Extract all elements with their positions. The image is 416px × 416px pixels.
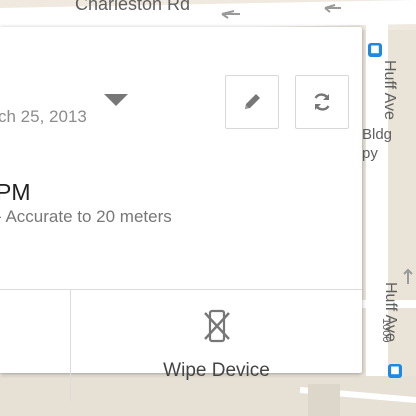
building-number: 1000: [380, 318, 392, 343]
street-label-huff-top: Huff Ave: [381, 60, 398, 120]
street-label-charleston: Charleston Rd: [75, 0, 191, 14]
transit-stop-icon[interactable]: ■: [368, 43, 382, 57]
wipe-device-button[interactable]: Wipe Device: [71, 290, 362, 401]
dropdown-arrow-icon[interactable]: [104, 94, 128, 106]
refresh-button[interactable]: [295, 75, 349, 129]
pencil-icon: [245, 94, 260, 109]
edit-button[interactable]: [225, 75, 279, 129]
wipe-phone-icon: [204, 309, 230, 343]
building-label: Bldg: [362, 126, 393, 143]
transit-stop-icon[interactable]: ■: [388, 364, 402, 378]
action-bar: Wipe Device: [0, 289, 362, 401]
building-label-2: py: [362, 145, 378, 162]
device-date: ch 25, 2013: [0, 107, 87, 126]
refresh-icon: [314, 93, 330, 111]
action-button-left[interactable]: [0, 290, 71, 401]
device-card: ch 25, 2013 PM - Accurate to 20 meters W…: [0, 27, 362, 401]
location-accuracy: - Accurate to 20 meters: [0, 207, 172, 226]
last-seen-time: PM: [0, 179, 31, 205]
wipe-device-label: Wipe Device: [163, 360, 270, 381]
